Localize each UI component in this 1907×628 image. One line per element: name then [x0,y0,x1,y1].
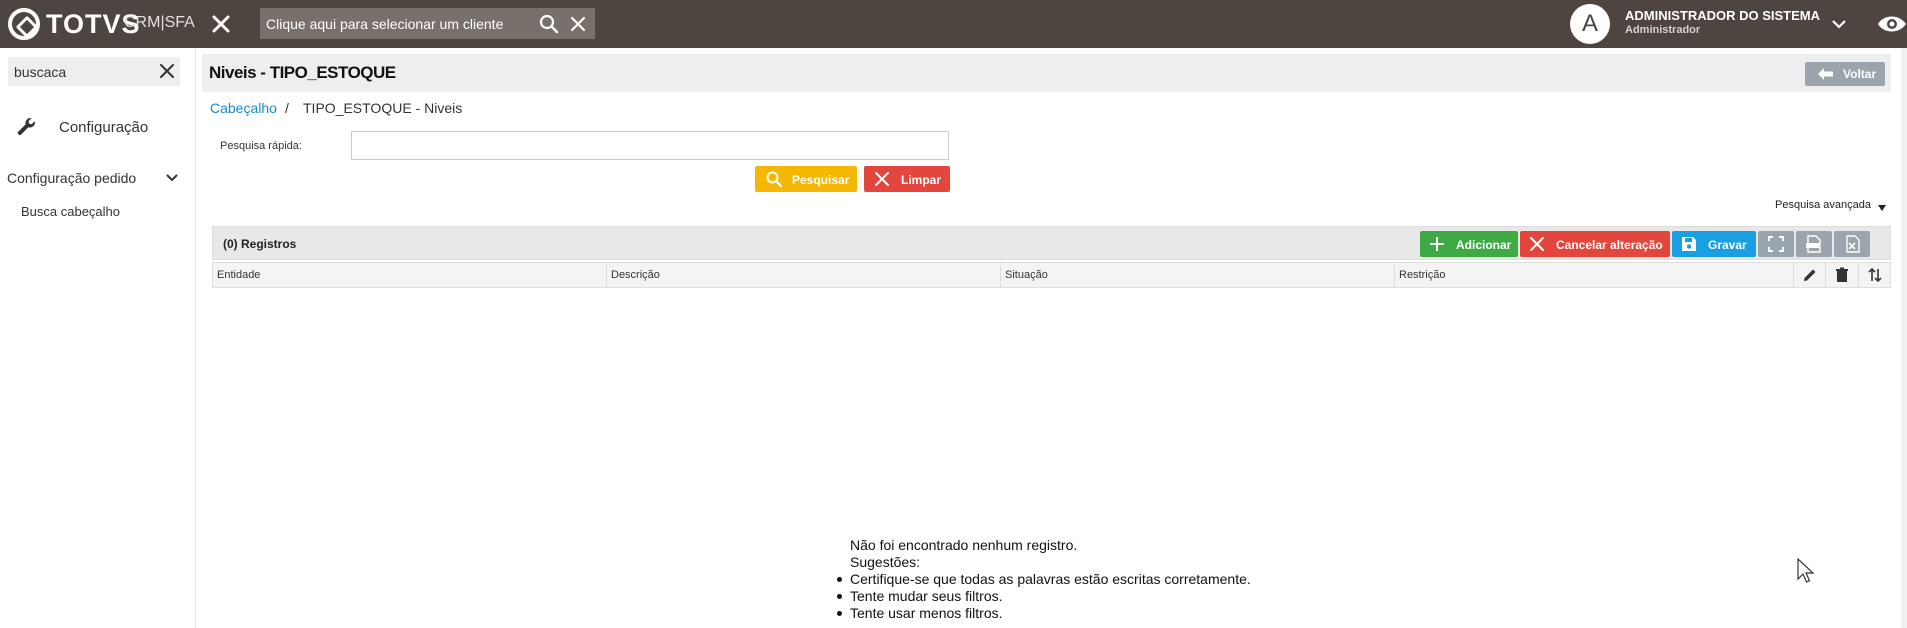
page-header: Niveis - TIPO_ESTOQUE Voltar [202,54,1891,92]
chevron-down-icon[interactable] [163,169,181,187]
clear-search-icon[interactable] [158,62,176,80]
fullscreen-button[interactable] [1758,231,1794,257]
pencil-icon [1804,269,1816,281]
plus-icon [1428,235,1446,253]
empty-state-message: Não foi encontrado nenhum registro. Suge… [837,537,1251,622]
suggestion-item: Certifique-se que todas as palavras estã… [837,571,1251,587]
breadcrumb-link-cabecalho[interactable]: Cabeçalho [210,100,277,116]
column-header-descricao[interactable]: Descrição [607,263,1001,287]
close-icon[interactable] [206,9,236,39]
top-bar: TOTVS CRM|SFA Clique aqui para seleciona… [0,0,1907,48]
clear-client-icon[interactable] [568,14,588,34]
wrench-icon [14,116,38,140]
empty-state-title: Não foi encontrado nenhum registro. [850,537,1078,553]
edit-column[interactable] [1793,263,1825,287]
cancel-changes-label: Cancelar alteração [1556,238,1663,252]
delete-column[interactable] [1825,263,1857,287]
sidebar-item-label: Configuração [59,119,149,136]
advanced-search-toggle[interactable]: Pesquisa avançada [1775,199,1886,211]
user-role: Administrador [1625,24,1701,36]
totvs-logo-icon[interactable] [8,8,40,40]
column-header-situacao[interactable]: Situação [1001,263,1395,287]
client-selector-placeholder[interactable]: Clique aqui para selecionar um cliente [266,16,503,32]
trash-icon [1836,267,1848,282]
suggestion-item: Tente mudar seus filtros. [837,588,1251,605]
floppy-disk-icon [1680,235,1698,253]
export-excel-button[interactable] [1834,231,1870,257]
excel-file-icon [1843,235,1861,253]
fullscreen-icon [1767,235,1785,253]
caret-down-icon [1878,202,1886,211]
breadcrumb-separator: / [285,100,289,116]
grid-toolbar: (0) Registros Adicionar Cancelar alteraç… [212,226,1891,260]
sort-column[interactable] [1858,263,1890,287]
chevron-down-icon[interactable] [1829,14,1849,34]
back-button-label: Voltar [1843,67,1877,81]
grid-header: Entidade Descrição Situação Restrição [212,262,1891,288]
advanced-search-label: Pesquisa avançada [1775,199,1872,211]
page-title: Niveis - TIPO_ESTOQUE [209,63,396,82]
column-header-entidade[interactable]: Entidade [213,263,607,287]
search-button-label: Pesquisar [792,173,850,187]
back-button[interactable]: Voltar [1805,62,1885,86]
sidebar-group-label: Configuração pedido [7,170,137,186]
suggestions-list: Certifique-se que todas as palavras estã… [837,571,1251,622]
sidebar-search [8,57,180,86]
product-name: CRM|SFA [124,14,195,31]
suggestion-item: Tente usar menos filtros. [837,605,1251,622]
page-scrollbar[interactable] [1901,48,1907,628]
user-name[interactable]: ADMINISTRADOR DO SISTEMA [1625,8,1820,23]
sidebar-search-input[interactable] [8,57,148,86]
clear-button[interactable]: Limpar [864,166,950,192]
eye-icon[interactable] [1876,12,1907,36]
quick-search-input[interactable] [351,131,949,160]
sidebar: Configuração Configuração pedido Busca c… [0,48,196,628]
pdf-file-icon [1805,235,1823,253]
clear-button-label: Limpar [901,173,942,187]
records-count: (0) Registros [223,237,297,251]
sidebar-item-configuracao[interactable]: Configuração [0,106,196,150]
breadcrumb-current: TIPO_ESTOQUE - Niveis [303,100,463,116]
cancel-changes-button[interactable]: Cancelar alteração [1520,231,1670,257]
sidebar-group-configuracao-pedido[interactable]: Configuração pedido [0,158,196,198]
avatar[interactable]: A [1570,4,1610,44]
client-selector[interactable]: Clique aqui para selecionar um cliente [260,8,595,39]
quick-search-label: Pesquisa rápida: [220,140,302,152]
add-button-label: Adicionar [1456,238,1512,252]
mouse-cursor-icon [1797,557,1815,586]
add-button[interactable]: Adicionar [1420,231,1518,257]
export-pdf-button[interactable] [1796,231,1832,257]
suggestions-label: Sugestões: [850,554,921,570]
arrow-left-icon [1817,67,1835,81]
save-button-label: Gravar [1708,238,1747,252]
search-icon [765,170,783,188]
search-button[interactable]: Pesquisar [755,166,857,192]
save-button[interactable]: Gravar [1672,231,1756,257]
search-icon[interactable] [538,13,560,35]
column-header-restricao[interactable]: Restrição [1395,263,1790,287]
close-icon [873,170,891,188]
sort-icon [1868,267,1882,283]
sidebar-item-busca-cabecalho[interactable]: Busca cabeçalho [21,204,120,219]
close-icon [1528,235,1546,253]
